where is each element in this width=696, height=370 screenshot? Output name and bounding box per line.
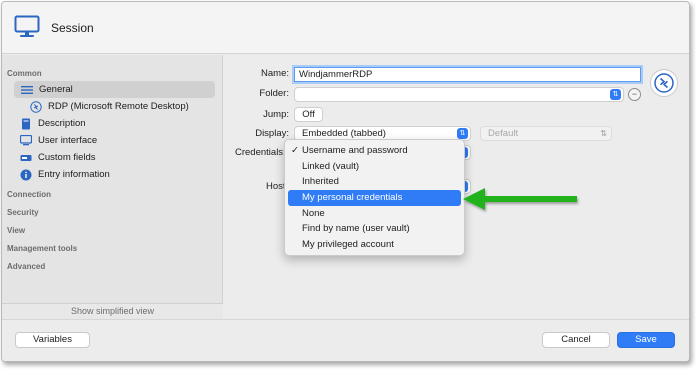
section-view[interactable]: View: [7, 226, 25, 235]
folder-select[interactable]: ⇅: [294, 87, 624, 102]
variables-button[interactable]: Variables: [15, 332, 90, 348]
jump-label: Jump:: [263, 109, 289, 120]
sidebar-item-rdp[interactable]: RDP (Microsoft Remote Desktop): [29, 98, 189, 115]
fields-icon: [19, 151, 33, 165]
section-management-tools[interactable]: Management tools: [7, 244, 77, 253]
menu-item-none[interactable]: None: [288, 206, 461, 222]
menu-item-my-privileged-account[interactable]: My privileged account: [288, 237, 461, 253]
menu-item-linked-vault[interactable]: Linked (vault): [288, 159, 461, 175]
section-connection[interactable]: Connection: [7, 190, 51, 199]
save-button[interactable]: Save: [617, 332, 675, 348]
chevron-updown-icon: ⇅: [610, 89, 621, 100]
menu-item-username-password[interactable]: ✓ Username and password: [288, 143, 461, 159]
sidebar-item-general[interactable]: General: [14, 81, 215, 98]
sidebar-item-label: Entry information: [38, 169, 110, 180]
monitor-icon: [19, 134, 33, 148]
show-simplified-view-button[interactable]: Show simplified view: [2, 303, 223, 319]
menu-item-find-by-name[interactable]: Find by name (user vault): [288, 221, 461, 237]
name-label: Name:: [261, 68, 289, 79]
sidebar-item-description[interactable]: Description: [19, 115, 86, 132]
sidebar-item-label: RDP (Microsoft Remote Desktop): [48, 101, 189, 112]
credentials-menu: ✓ Username and password Linked (vault) I…: [284, 139, 465, 256]
display-label: Display:: [255, 128, 289, 139]
sidebar: Common General RDP (Microsoft Remote Des…: [2, 55, 223, 319]
sidebar-item-user-interface[interactable]: User interface: [19, 132, 97, 149]
jump-select[interactable]: Off: [294, 107, 323, 122]
sidebar-item-label: General: [39, 84, 73, 95]
credentials-label: Credentials:: [235, 147, 286, 158]
checkmark-icon: ✓: [291, 145, 299, 156]
rdp-icon: [29, 100, 43, 114]
title-bar: Session: [2, 2, 689, 54]
window-title: Session: [51, 21, 94, 35]
sidebar-item-custom-fields[interactable]: Custom fields: [19, 149, 96, 166]
sidebar-item-label: User interface: [38, 135, 98, 146]
cancel-button[interactable]: Cancel: [542, 332, 610, 348]
name-input[interactable]: WindjammerRDP: [294, 67, 641, 82]
sidebar-item-label: Custom fields: [38, 152, 96, 163]
chevron-updown-icon: ⇅: [600, 129, 607, 138]
green-arrow-icon: [463, 188, 577, 210]
book-icon: [19, 117, 33, 131]
section-common[interactable]: Common: [7, 69, 42, 78]
sidebar-item-label: Description: [38, 118, 86, 129]
display-secondary-select: Default ⇅: [480, 126, 612, 141]
monitor-icon: [14, 15, 40, 37]
chevron-updown-icon: ⇅: [457, 128, 468, 139]
footer: Variables Cancel Save: [2, 319, 689, 361]
sidebar-item-entry-information[interactable]: Entry information: [19, 166, 110, 183]
folder-label: Folder:: [259, 88, 289, 99]
section-security[interactable]: Security: [7, 208, 39, 217]
menu-item-inherited[interactable]: Inherited: [288, 174, 461, 190]
section-advanced[interactable]: Advanced: [7, 262, 45, 271]
menu-item-my-personal-credentials[interactable]: My personal credentials: [288, 190, 461, 206]
clear-folder-button[interactable]: −: [628, 88, 641, 101]
rdp-session-icon: [650, 69, 678, 97]
list-icon: [20, 83, 34, 97]
info-icon: [19, 168, 33, 182]
